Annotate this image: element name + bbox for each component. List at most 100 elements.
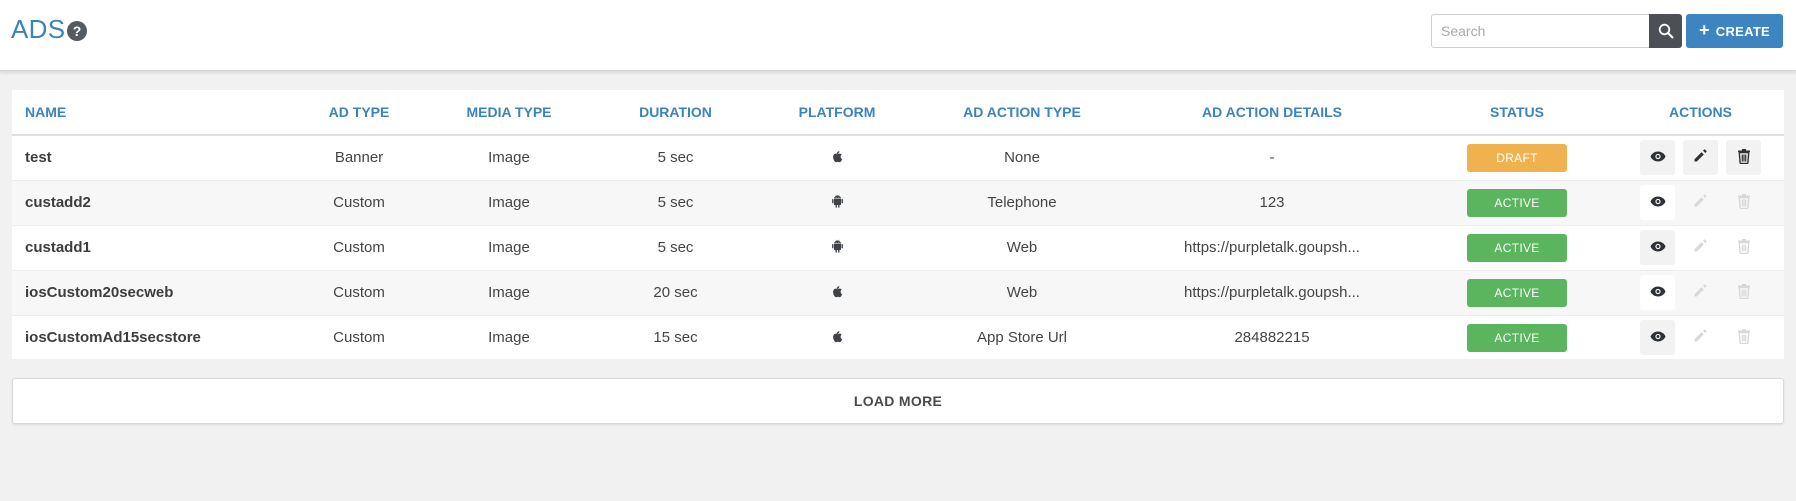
eye-icon bbox=[1650, 329, 1666, 346]
view-button[interactable] bbox=[1640, 275, 1675, 310]
edit-button bbox=[1683, 275, 1718, 310]
delete-button bbox=[1726, 230, 1761, 265]
platform-cell bbox=[757, 179, 917, 225]
duration: 15 sec bbox=[594, 314, 757, 360]
table-header-row: NAME AD TYPE MEDIA TYPE DURATION PLATFOR… bbox=[12, 90, 1784, 136]
column-header-ad-action-details[interactable]: AD ACTION DETAILS bbox=[1127, 90, 1417, 136]
table-row: test Banner Image 5 sec None - DRAFT bbox=[12, 134, 1784, 180]
duration: 20 sec bbox=[594, 269, 757, 315]
media-type: Image bbox=[424, 314, 594, 360]
ad-action-details: https://purpletalk.goupsh... bbox=[1127, 269, 1417, 315]
media-type: Image bbox=[424, 269, 594, 315]
status-cell: ACTIVE bbox=[1417, 179, 1617, 225]
create-button[interactable]: + CREATE bbox=[1686, 14, 1783, 48]
table-row: iosCustomAd15secstore Custom Image 15 sec Ap… bbox=[12, 314, 1784, 360]
media-type: Image bbox=[424, 134, 594, 180]
delete-button bbox=[1726, 320, 1761, 355]
ad-type: Custom bbox=[294, 224, 424, 270]
view-button[interactable] bbox=[1640, 320, 1675, 356]
ad-action-details: https://purpletalk.goupsh... bbox=[1127, 224, 1417, 270]
status-cell: ACTIVE bbox=[1417, 224, 1617, 270]
ad-name: test bbox=[12, 134, 294, 180]
status-cell: ACTIVE bbox=[1417, 269, 1617, 315]
ad-action-details: - bbox=[1127, 134, 1417, 180]
ad-action-type: Web bbox=[917, 224, 1127, 270]
ad-type: Custom bbox=[294, 314, 424, 360]
search-input[interactable] bbox=[1431, 14, 1649, 48]
view-button[interactable] bbox=[1640, 140, 1675, 176]
search-icon bbox=[1658, 23, 1673, 39]
trash-icon bbox=[1737, 328, 1751, 348]
pencil-icon bbox=[1693, 238, 1708, 257]
trash-icon bbox=[1737, 193, 1751, 213]
edit-button bbox=[1683, 230, 1718, 265]
status-badge: ACTIVE bbox=[1467, 233, 1567, 262]
column-header-actions: ACTIONS bbox=[1617, 90, 1784, 136]
help-icon[interactable]: ? bbox=[67, 21, 87, 41]
ad-type: Custom bbox=[294, 269, 424, 315]
column-header-status[interactable]: STATUS bbox=[1417, 90, 1617, 136]
delete-button[interactable] bbox=[1726, 140, 1761, 176]
column-header-media-type[interactable]: MEDIA TYPE bbox=[424, 90, 594, 136]
eye-icon bbox=[1650, 239, 1666, 256]
ad-action-type: Web bbox=[917, 269, 1127, 315]
view-button[interactable] bbox=[1640, 185, 1675, 220]
actions-cell bbox=[1617, 314, 1784, 360]
pencil-icon bbox=[1693, 193, 1708, 212]
ad-action-details: 123 bbox=[1127, 179, 1417, 225]
plus-icon: + bbox=[1698, 20, 1710, 40]
page-header: ADS ? + CREATE bbox=[0, 0, 1796, 71]
ad-name: iosCustomAd15secstore bbox=[12, 314, 294, 360]
actions-cell bbox=[1617, 134, 1784, 180]
column-header-name[interactable]: NAME bbox=[12, 90, 294, 136]
apple-icon bbox=[831, 149, 843, 167]
ad-name: custadd2 bbox=[12, 179, 294, 225]
status-badge: ACTIVE bbox=[1467, 323, 1567, 352]
pencil-icon bbox=[1693, 148, 1708, 167]
android-icon bbox=[831, 239, 844, 257]
platform-cell bbox=[757, 314, 917, 360]
create-button-label: CREATE bbox=[1715, 23, 1771, 39]
trash-icon bbox=[1737, 148, 1751, 168]
android-icon bbox=[831, 194, 844, 212]
media-type: Image bbox=[424, 224, 594, 270]
platform-cell bbox=[757, 134, 917, 180]
table-row: custadd2 Custom Image 5 sec Telephone 123 ACTI… bbox=[12, 179, 1784, 225]
media-type: Image bbox=[424, 179, 594, 225]
column-header-duration[interactable]: DURATION bbox=[594, 90, 757, 136]
load-more-button[interactable]: LOAD MORE bbox=[12, 378, 1784, 424]
view-button[interactable] bbox=[1640, 230, 1675, 265]
apple-icon bbox=[831, 284, 843, 302]
ad-type: Banner bbox=[294, 134, 424, 180]
ads-table: NAME AD TYPE MEDIA TYPE DURATION PLATFOR… bbox=[12, 90, 1784, 360]
column-header-ad-type[interactable]: AD TYPE bbox=[294, 90, 424, 136]
trash-icon bbox=[1737, 283, 1751, 303]
eye-icon bbox=[1650, 149, 1666, 166]
ad-name: iosCustom20secweb bbox=[12, 269, 294, 315]
table-row: iosCustom20secweb Custom Image 20 sec Web htt… bbox=[12, 269, 1784, 315]
pencil-icon bbox=[1693, 283, 1708, 302]
status-cell: ACTIVE bbox=[1417, 314, 1617, 360]
duration: 5 sec bbox=[594, 134, 757, 180]
column-header-platform[interactable]: PLATFORM bbox=[757, 90, 917, 136]
table-row: custadd1 Custom Image 5 sec Web https://purpl… bbox=[12, 224, 1784, 270]
ad-type: Custom bbox=[294, 179, 424, 225]
search-button[interactable] bbox=[1649, 14, 1682, 48]
duration: 5 sec bbox=[594, 224, 757, 270]
edit-button bbox=[1683, 185, 1718, 220]
column-header-ad-action-type[interactable]: AD ACTION TYPE bbox=[917, 90, 1127, 136]
duration: 5 sec bbox=[594, 179, 757, 225]
page-title: ADS bbox=[11, 14, 66, 44]
platform-cell bbox=[757, 224, 917, 270]
ad-action-type: None bbox=[917, 134, 1127, 180]
trash-icon bbox=[1737, 238, 1751, 258]
actions-cell bbox=[1617, 224, 1784, 270]
status-badge: ACTIVE bbox=[1467, 188, 1567, 217]
eye-icon bbox=[1650, 194, 1666, 211]
ad-action-details: 284882215 bbox=[1127, 314, 1417, 360]
ad-name: custadd1 bbox=[12, 224, 294, 270]
apple-icon bbox=[831, 329, 843, 347]
pencil-icon bbox=[1693, 328, 1708, 347]
actions-cell bbox=[1617, 179, 1784, 225]
edit-button[interactable] bbox=[1683, 140, 1718, 176]
